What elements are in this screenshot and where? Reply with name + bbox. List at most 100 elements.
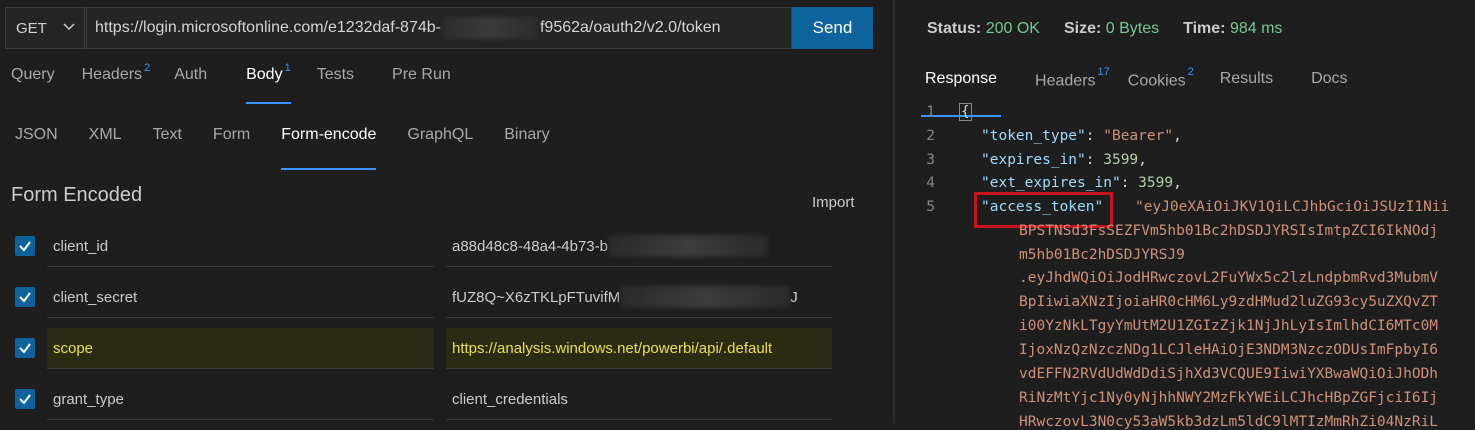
- response-tabs: Response Headers17 Cookies2 Results Docs: [920, 66, 1348, 117]
- redacted-region: [442, 17, 538, 39]
- time-label: Time:: [1183, 20, 1226, 37]
- form-key[interactable]: client_id: [47, 226, 434, 267]
- token-line: i00YzNkLTgyYmUtM2U1ZGIzZjk1NjJhLyIsImlhd…: [1019, 318, 1439, 334]
- form-title: Form Encoded: [11, 184, 143, 206]
- line-number: 2: [926, 128, 935, 144]
- token-line: RiNzMtYjc1Ny0yNjhhNWY2MzFkYWEiLCJhcHBpZG…: [1019, 390, 1439, 406]
- time-field: Time: 984 ms: [1183, 20, 1282, 38]
- tab-label: Headers: [1035, 72, 1096, 90]
- checkbox[interactable]: [15, 287, 35, 307]
- method-value: GET: [16, 19, 47, 37]
- body-tab-text[interactable]: Text: [153, 126, 182, 160]
- response-panel: Status: 200 OK Size: 0 Bytes Time: 984 m…: [895, 0, 1475, 430]
- method-select[interactable]: GET: [5, 7, 85, 49]
- status-field: Status: 200 OK: [927, 20, 1040, 38]
- url-start: https://login.microsoftonline.com/e1232d…: [95, 19, 441, 36]
- token-line: HRwczovL3N0cy53aW5kb3dzLm5ldC9lMTIzMmRhZ…: [1019, 414, 1439, 430]
- token-line: m5hb01Bc2hDSDJYRSJ9: [1019, 247, 1185, 263]
- json-key: "token_type": [981, 128, 1086, 144]
- body-tab-xml[interactable]: XML: [89, 126, 122, 160]
- tab-body[interactable]: Body 1: [246, 62, 291, 104]
- tab-badge: 1: [284, 62, 291, 74]
- checkbox[interactable]: [15, 389, 35, 409]
- check-icon: [19, 241, 31, 252]
- request-panel: GET https://login.microsoftonline.com/e1…: [0, 0, 893, 423]
- json-line: "ext_expires_in": 3599,: [981, 175, 1182, 191]
- form-row: client_secret fUZ8Q~X6zTKLpFTuvifM J: [0, 277, 893, 321]
- import-button[interactable]: Import: [812, 194, 855, 211]
- check-icon: [19, 343, 31, 354]
- tab-label: Tests: [316, 66, 355, 83]
- form-value[interactable]: fUZ8Q~X6zTKLpFTuvifM J: [446, 277, 832, 318]
- redacted-region: [620, 286, 791, 308]
- url-end: f9562a/oauth2/v2.0/token: [539, 19, 721, 36]
- form-row-highlighted: scope https://analysis.windows.net/power…: [0, 328, 893, 372]
- check-icon: [19, 292, 31, 303]
- request-tabs: Query Headers 2 Auth Body 1 Tests Pre Run: [0, 62, 451, 104]
- form-row: grant_type client_credentials: [0, 379, 893, 423]
- json-value: 3599: [1103, 152, 1139, 168]
- tab-cookies[interactable]: Cookies2: [1127, 66, 1194, 100]
- size-field: Size: 0 Bytes: [1064, 20, 1159, 38]
- tab-docs[interactable]: Docs: [1311, 70, 1347, 100]
- chevron-down-icon: [63, 23, 75, 31]
- token-line: BpIiwiaXNzIjoiaHR0cHM6Ly9zdHMud2luZG93cy…: [1019, 294, 1439, 310]
- json-brace: {: [959, 103, 972, 121]
- token-line: vdEFFN2RVdUdWdDdiSjhXd3VCQUE9IiwiYXBwaWQ…: [1019, 366, 1439, 382]
- body-type-tabs: JSON XML Text Form Form-encode GraphQL B…: [0, 126, 550, 170]
- form-value[interactable]: client_credentials: [446, 379, 832, 420]
- form-key[interactable]: scope: [47, 328, 434, 369]
- body-tab-form[interactable]: Form: [213, 126, 250, 160]
- url-input[interactable]: https://login.microsoftonline.com/e1232d…: [86, 7, 792, 49]
- size-value: 0 Bytes: [1105, 20, 1160, 37]
- json-line: {: [959, 103, 972, 121]
- tab-query[interactable]: Query: [11, 66, 55, 96]
- tab-label: Docs: [1311, 70, 1348, 87]
- time-value: 984 ms: [1229, 20, 1283, 37]
- checkbox[interactable]: [15, 338, 35, 358]
- status-label: Status:: [927, 20, 982, 37]
- body-tab-binary[interactable]: Binary: [504, 126, 549, 160]
- tab-pre-run[interactable]: Pre Run: [392, 66, 451, 96]
- value-text: fUZ8Q~X6zTKLpFTuvifM: [452, 288, 621, 306]
- body-tab-json[interactable]: JSON: [15, 126, 58, 160]
- json-line: "token_type": "Bearer",: [981, 128, 1182, 144]
- body-tab-graphql[interactable]: GraphQL: [407, 126, 473, 160]
- tab-tests[interactable]: Tests: [317, 66, 354, 96]
- response-status-bar: Status: 200 OK Size: 0 Bytes Time: 984 m…: [927, 20, 1282, 38]
- line-number: 5: [926, 199, 935, 215]
- token-line: "eyJ0eXAiOiJKV1QiLCJhbGciOiJSUzI1Nii: [1135, 199, 1450, 215]
- json-value: 3599: [1138, 175, 1174, 191]
- send-button[interactable]: Send: [792, 7, 873, 49]
- redacted-region: [607, 235, 768, 257]
- json-key: "ext_expires_in": [981, 175, 1121, 191]
- value-text-end: J: [790, 288, 798, 306]
- line-number: 3: [926, 152, 935, 168]
- json-value: "Bearer": [1103, 128, 1174, 144]
- form-value[interactable]: a88d48c8-48a4-4b73-b: [446, 226, 832, 267]
- token-line: IjoxNzQzNzczNDg1LCJleHAiOjE3NDM3NzczODUs…: [1019, 342, 1439, 358]
- tab-headers[interactable]: Headers 2: [81, 62, 151, 96]
- tab-response-headers[interactable]: Headers17: [1035, 66, 1110, 100]
- tab-label: Query: [11, 66, 55, 83]
- json-line: "expires_in": 3599,: [981, 152, 1147, 168]
- tab-auth[interactable]: Auth: [174, 66, 207, 96]
- form-key[interactable]: client_secret: [47, 277, 434, 318]
- status-value: 200 OK: [985, 20, 1040, 37]
- token-line: BPSTNSd3FsSEZFVm5hb01Bc2hDSDJYRSIsImtpZC…: [1019, 223, 1439, 239]
- check-icon: [19, 394, 31, 405]
- tab-label: Headers: [81, 66, 143, 83]
- form-key[interactable]: grant_type: [47, 379, 434, 420]
- line-number: 4: [926, 175, 935, 191]
- json-key: "expires_in": [981, 152, 1086, 168]
- tab-response[interactable]: Response: [920, 70, 1002, 117]
- tab-results[interactable]: Results: [1220, 70, 1273, 100]
- form-value[interactable]: https://analysis.windows.net/powerbi/api…: [446, 328, 832, 369]
- tab-label: Cookies: [1127, 72, 1186, 90]
- tab-label: Results: [1219, 70, 1274, 87]
- body-tab-form-encode[interactable]: Form-encode: [281, 126, 377, 170]
- tab-label: Response: [925, 70, 998, 87]
- tab-badge: 2: [1187, 66, 1194, 78]
- checkbox[interactable]: [15, 236, 35, 256]
- tab-label: Body: [246, 66, 283, 83]
